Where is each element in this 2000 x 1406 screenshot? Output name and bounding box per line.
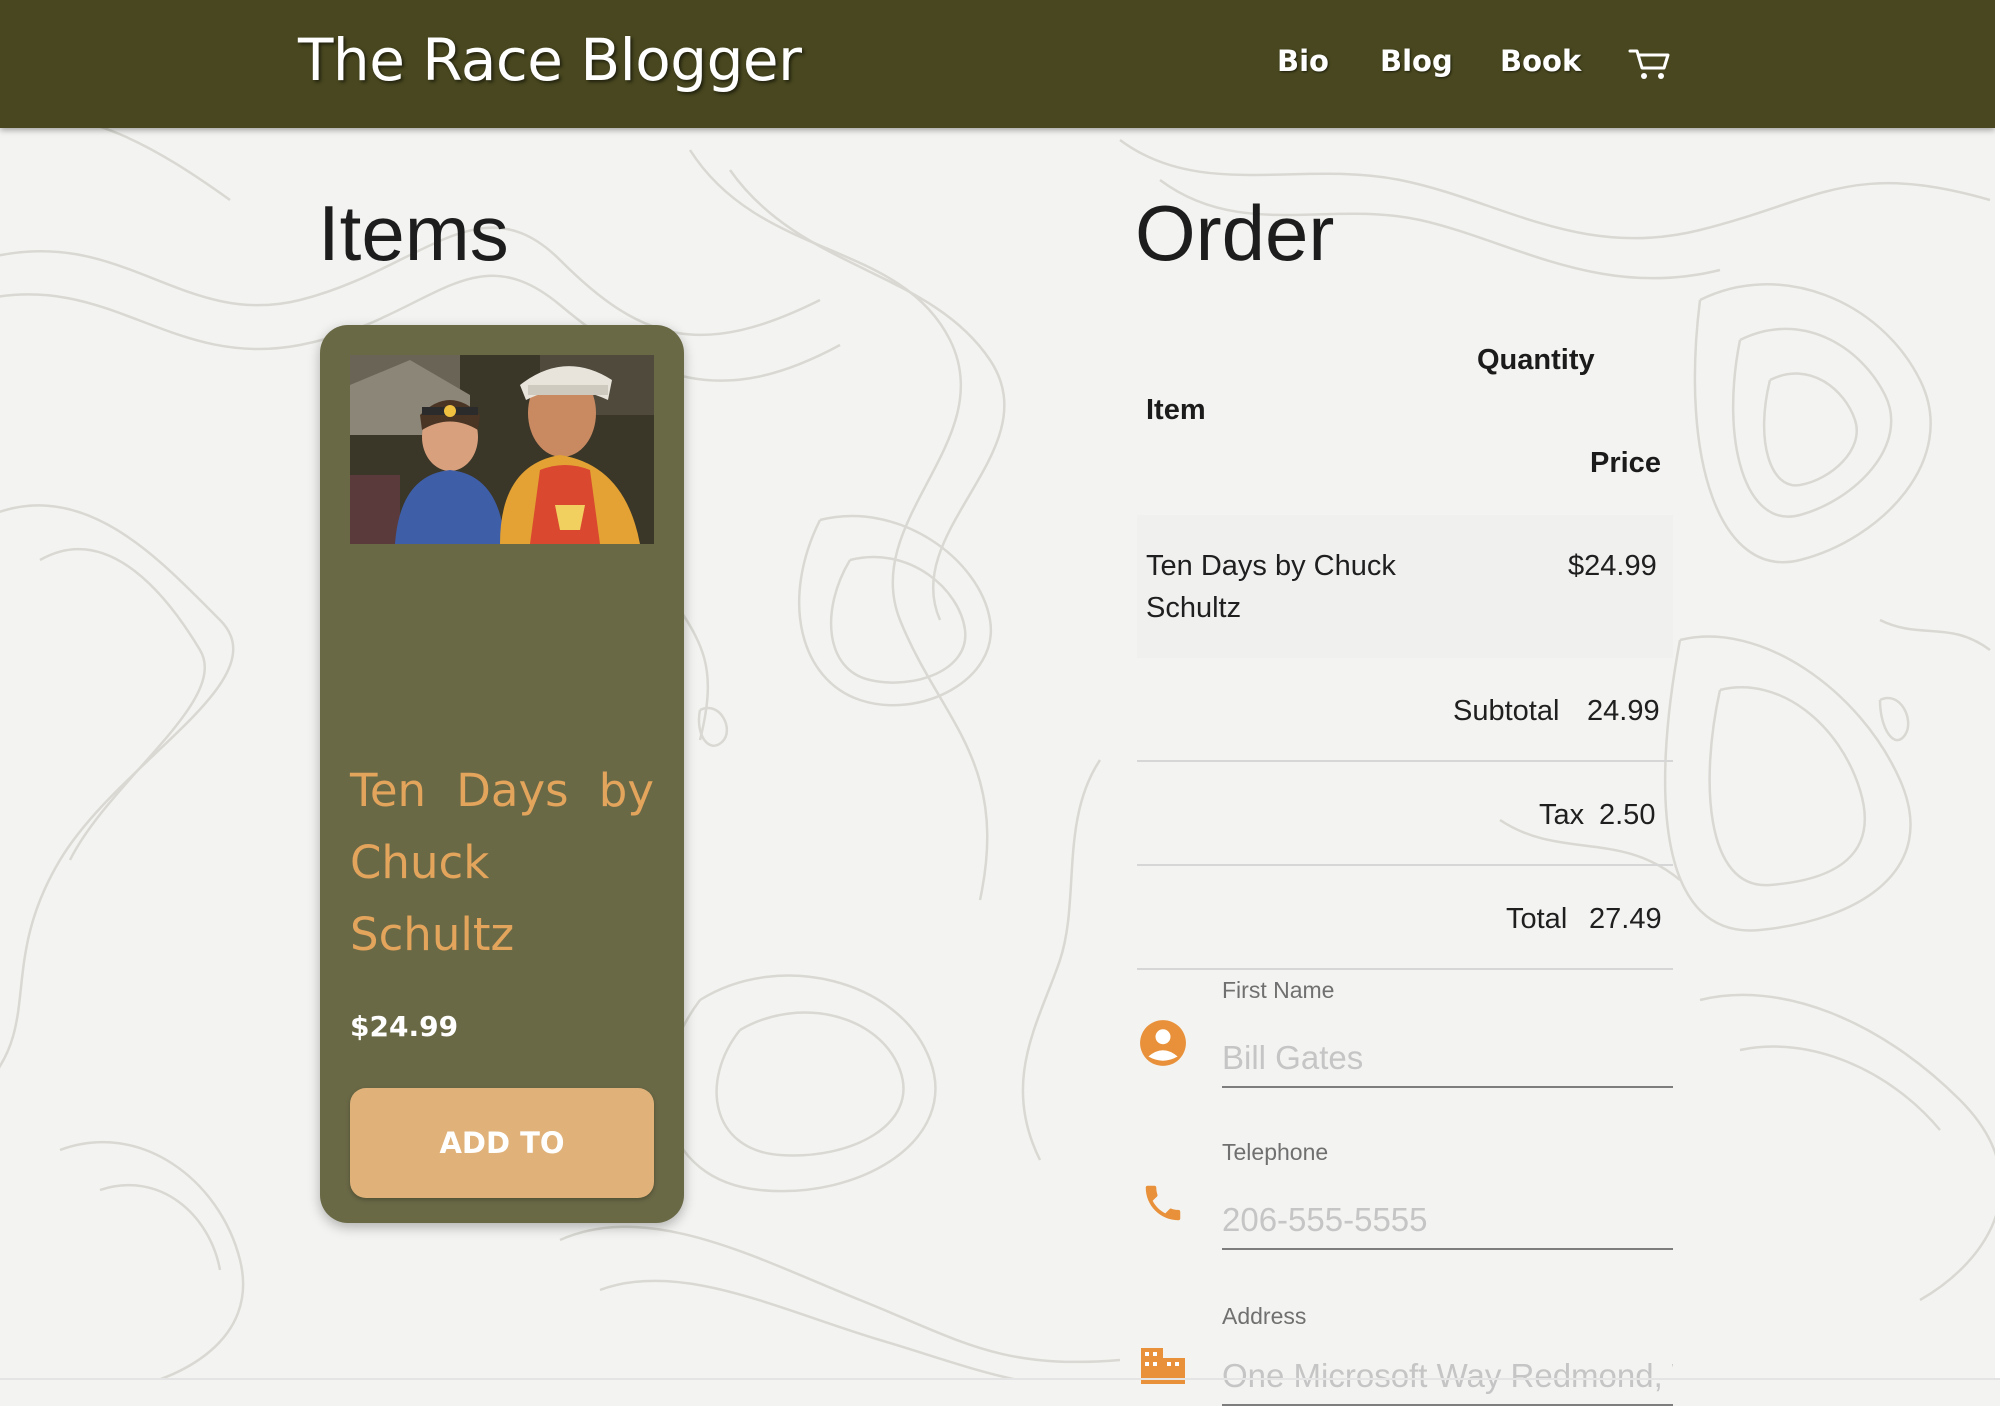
tax-value: 2.50 bbox=[1599, 799, 1656, 831]
total-value: 27.49 bbox=[1589, 903, 1662, 935]
total-label: Total bbox=[1506, 903, 1568, 935]
subtotal-value: 24.99 bbox=[1587, 695, 1660, 727]
price-column-header: Price bbox=[1590, 447, 1661, 479]
shopping-cart-icon[interactable] bbox=[1628, 46, 1670, 82]
account-circle-icon bbox=[1140, 1020, 1186, 1066]
telephone-label: Telephone bbox=[1222, 1139, 1329, 1165]
divider bbox=[1137, 760, 1673, 762]
quantity-column-header: Quantity bbox=[1477, 344, 1595, 376]
order-item-name: Ten Days by Chuck Schultz bbox=[1146, 550, 1396, 624]
site-brand[interactable]: The Race Blogger bbox=[298, 26, 802, 94]
nav-link-blog[interactable]: Blog bbox=[1380, 44, 1453, 78]
divider bbox=[1137, 864, 1673, 866]
order-item-price: $24.99 bbox=[1568, 550, 1657, 582]
product-title: Ten Days by Chuck Schultz bbox=[350, 764, 654, 961]
items-heading: Items bbox=[318, 189, 509, 277]
top-navbar: The Race Blogger Bio Blog Book bbox=[0, 0, 1995, 128]
address-input[interactable] bbox=[1222, 1348, 1673, 1406]
scrollbar-gutter bbox=[1995, 0, 2000, 1380]
telephone-input[interactable] bbox=[1222, 1192, 1673, 1250]
nav-link-book[interactable]: Book bbox=[1500, 44, 1581, 78]
divider bbox=[1137, 968, 1673, 970]
product-price: $24.99 bbox=[350, 1010, 459, 1043]
topographic-background bbox=[0, 114, 2000, 1380]
phone-icon bbox=[1145, 1185, 1181, 1221]
product-photo bbox=[350, 355, 654, 544]
item-column-header: Item bbox=[1146, 394, 1206, 426]
nav-link-bio[interactable]: Bio bbox=[1277, 44, 1329, 78]
address-label: Address bbox=[1222, 1303, 1307, 1329]
add-to-cart-button[interactable]: ADD TO bbox=[350, 1088, 654, 1198]
subtotal-label: Subtotal bbox=[1453, 695, 1560, 727]
tax-label: Tax bbox=[1539, 799, 1585, 831]
first-name-label: First Name bbox=[1222, 977, 1335, 1003]
first-name-input[interactable] bbox=[1222, 1030, 1673, 1088]
product-card: Ten Days by Chuck Schultz $24.99 ADD TO bbox=[320, 325, 684, 1223]
order-heading: Order bbox=[1135, 189, 1335, 277]
